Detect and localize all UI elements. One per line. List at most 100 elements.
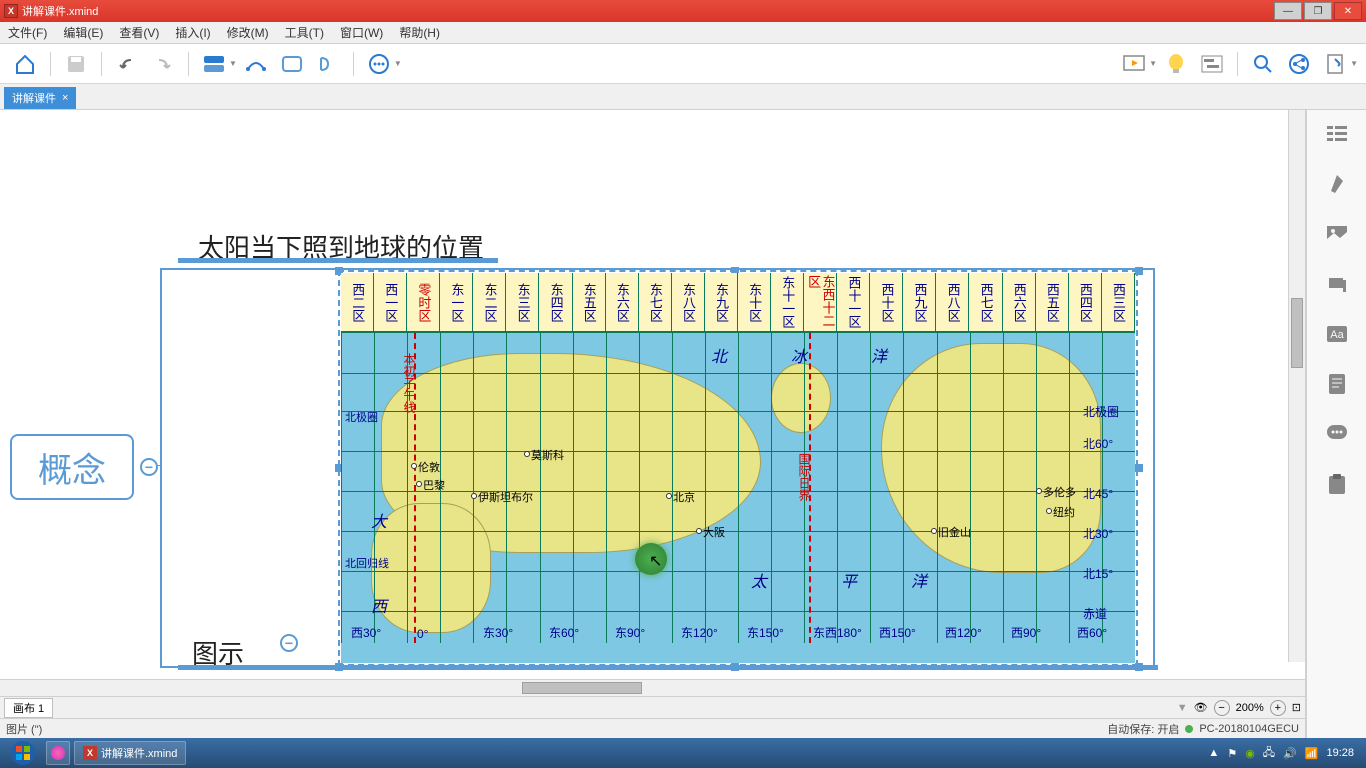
- window-title: 讲解课件.xmind: [22, 3, 98, 19]
- minimize-button[interactable]: —: [1274, 2, 1302, 20]
- menu-insert[interactable]: 插入(I): [171, 22, 214, 43]
- summary-button[interactable]: [311, 48, 345, 80]
- eye-icon[interactable]: 👁: [1194, 701, 1208, 714]
- timezone-cell: 东五区: [573, 273, 606, 331]
- timezone-cell: 东十区: [738, 273, 771, 331]
- city-label: 纽约: [1053, 504, 1075, 520]
- boundary-button[interactable]: [275, 48, 309, 80]
- more-button[interactable]: [362, 48, 396, 80]
- city-dot: [411, 463, 417, 469]
- resize-handle[interactable]: [1135, 267, 1143, 275]
- canvas-wrap: 概念 − 太阳当下照到地球的位置 西二区西一区零时区东一区东二区东三区东四区东五…: [0, 110, 1306, 738]
- zoom-fit-button[interactable]: ⊡: [1292, 701, 1301, 714]
- close-button[interactable]: ✕: [1334, 2, 1362, 20]
- comments-panel-button[interactable]: [1323, 420, 1351, 448]
- redo-button[interactable]: [146, 48, 180, 80]
- maximize-button[interactable]: ❐: [1304, 2, 1332, 20]
- resize-handle[interactable]: [1135, 464, 1143, 472]
- menu-view[interactable]: 查看(V): [115, 22, 163, 43]
- city-label: 巴黎: [423, 477, 445, 493]
- zoom-value: 200%: [1236, 702, 1264, 714]
- zoom-controls: ▼ 👁 − 200% + ⊡: [1177, 700, 1301, 716]
- tab-close-icon[interactable]: ×: [62, 92, 68, 104]
- relationship-button[interactable]: [239, 48, 273, 80]
- format-panel-button[interactable]: [1323, 170, 1351, 198]
- timezone-cell: 东二区: [473, 273, 506, 331]
- canvas[interactable]: 概念 − 太阳当下照到地球的位置 西二区西一区零时区东一区东二区东三区东四区东五…: [0, 110, 1305, 679]
- search-button[interactable]: [1246, 48, 1280, 80]
- scroll-thumb[interactable]: [522, 682, 642, 694]
- dropdown-icon[interactable]: ▼: [229, 59, 237, 68]
- present-button[interactable]: [1117, 48, 1151, 80]
- city-dot: [666, 493, 672, 499]
- tray-shield-icon[interactable]: ◉: [1245, 747, 1255, 760]
- lon-label: 西60°: [1077, 624, 1107, 641]
- gantt-button[interactable]: [1195, 48, 1229, 80]
- notes-panel-button[interactable]: [1323, 370, 1351, 398]
- undo-button[interactable]: [110, 48, 144, 80]
- outline-panel-button[interactable]: [1323, 120, 1351, 148]
- image-panel-button[interactable]: [1323, 220, 1351, 248]
- app-logo-icon: X: [4, 4, 18, 18]
- menu-modify[interactable]: 修改(M): [223, 22, 273, 43]
- lat-label: 北60°: [1083, 435, 1133, 452]
- topic-button[interactable]: [197, 48, 231, 80]
- menu-edit[interactable]: 编辑(E): [59, 22, 107, 43]
- filter-icon[interactable]: ▼: [1177, 702, 1188, 714]
- city-label: 伦敦: [418, 459, 440, 475]
- start-button[interactable]: [4, 740, 42, 766]
- vertical-scrollbar[interactable]: [1288, 110, 1305, 662]
- dropdown-icon[interactable]: ▼: [1350, 59, 1358, 68]
- zoom-out-button[interactable]: −: [1214, 700, 1230, 716]
- tray-wifi-icon[interactable]: 📶: [1305, 747, 1319, 760]
- mouse-pointer-icon: ↖: [649, 551, 662, 571]
- sidepanel: Aa: [1306, 110, 1366, 738]
- taskbar-app-xmind[interactable]: X 讲解课件.xmind: [74, 741, 186, 765]
- city-dot: [416, 481, 422, 487]
- tab-active[interactable]: 讲解课件 ×: [4, 87, 76, 109]
- scroll-thumb[interactable]: [1291, 298, 1303, 368]
- timezone-cell: 西十区: [870, 273, 903, 331]
- map-body: 本初子午线 国际日界 北冰洋大西太平洋 伦敦巴黎伊斯坦布尔莫斯科北京大阪旧金山多…: [341, 333, 1135, 643]
- city-dot: [1036, 488, 1042, 494]
- marker-panel-button[interactable]: [1323, 270, 1351, 298]
- tray-network-icon[interactable]: 🖧: [1263, 744, 1275, 763]
- tray-flag-icon[interactable]: ⚑: [1227, 747, 1237, 760]
- dropdown-icon[interactable]: ▼: [1149, 59, 1157, 68]
- task-panel-button[interactable]: [1323, 470, 1351, 498]
- zoom-in-button[interactable]: +: [1270, 700, 1286, 716]
- node-root[interactable]: 概念: [10, 434, 134, 500]
- sheet-tab[interactable]: 画布 1: [4, 698, 53, 718]
- tropic-label: 北回归线: [345, 555, 389, 571]
- city-dot: [931, 528, 937, 534]
- idea-button[interactable]: [1159, 48, 1193, 80]
- timezone-cell: 西五区: [1036, 273, 1069, 331]
- export-button[interactable]: [1318, 48, 1352, 80]
- share-button[interactable]: [1282, 48, 1316, 80]
- font-panel-button[interactable]: Aa: [1323, 320, 1351, 348]
- menu-tools[interactable]: 工具(T): [281, 22, 328, 43]
- collapse-toggle[interactable]: −: [140, 458, 158, 476]
- toolbar-sep: [50, 52, 51, 76]
- status-dot-icon: [1185, 725, 1193, 733]
- tray-volume-icon[interactable]: 🔊: [1283, 747, 1297, 760]
- menubar: 文件(F) 编辑(E) 查看(V) 插入(I) 修改(M) 工具(T) 窗口(W…: [0, 22, 1366, 44]
- menu-help[interactable]: 帮助(H): [395, 22, 444, 43]
- timezone-cell: 西一区: [374, 273, 407, 331]
- tray-icon[interactable]: ▲: [1208, 747, 1219, 759]
- tabbar: 讲解课件 ×: [0, 84, 1366, 110]
- horizontal-scrollbar[interactable]: [0, 679, 1305, 696]
- menu-window[interactable]: 窗口(W): [336, 22, 387, 43]
- timezone-cell: 西六区: [1003, 273, 1036, 331]
- collapse-toggle[interactable]: −: [280, 634, 298, 652]
- pc-name: PC-20180104GECU: [1199, 723, 1299, 735]
- pinned-app[interactable]: [46, 741, 70, 765]
- city-label: 多伦多: [1043, 484, 1076, 500]
- lat-label: 北极圈: [1083, 403, 1133, 420]
- dropdown-icon[interactable]: ▼: [394, 59, 402, 68]
- menu-file[interactable]: 文件(F): [4, 22, 51, 43]
- save-button[interactable]: [59, 48, 93, 80]
- tray-clock[interactable]: 19:28: [1326, 747, 1354, 759]
- home-button[interactable]: [8, 48, 42, 80]
- titlebar: X 讲解课件.xmind — ❐ ✕: [0, 0, 1366, 22]
